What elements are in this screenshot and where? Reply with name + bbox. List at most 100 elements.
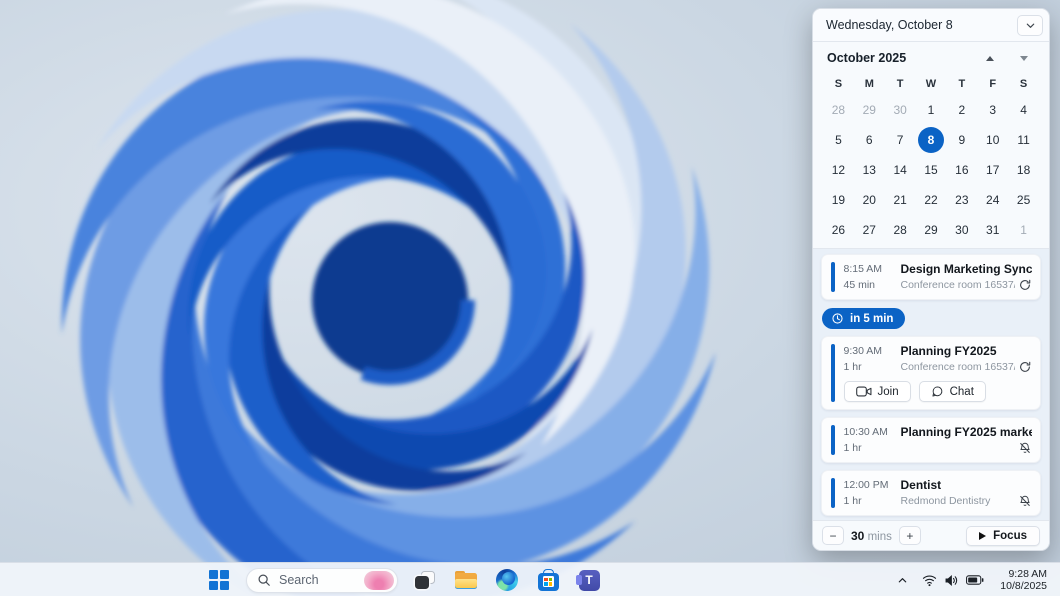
calendar-day[interactable]: 6 [854,125,885,154]
file-explorer-icon [455,571,477,589]
event-title-row: 12:00 PMDentist [844,478,1033,492]
calendar-day[interactable]: 17 [977,155,1008,184]
file-explorer-button[interactable] [452,566,480,594]
search-icon [257,573,271,587]
event-detail-row: 45 minConference room 16537/AV [844,278,1033,292]
teams-icon: T [579,570,600,591]
calendar-day[interactable]: 22 [916,185,947,214]
calendar-day[interactable]: 29 [916,215,947,244]
calendar-day[interactable]: 7 [885,125,916,154]
calendar-day[interactable]: 30 [885,95,916,124]
calendar-day[interactable]: 26 [823,215,854,244]
join-button-label: Join [878,386,899,398]
calendar-flyout: Wednesday, October 8 October 2025 SMTWTF… [812,8,1050,551]
event-body: 9:30 AMPlanning FY20251 hrConference roo… [835,337,1041,409]
calendar-day[interactable]: 23 [946,185,977,214]
calendar-day[interactable]: 19 [823,185,854,214]
repeat-icon [1015,278,1032,292]
triangle-up-icon [986,56,994,61]
calendar-day[interactable]: 24 [977,185,1008,214]
calendar-day[interactable]: 28 [885,215,916,244]
event-time: 8:15 AM [844,263,901,275]
event-duration: 1 hr [844,442,901,454]
tray-clock[interactable]: 9:28 AM 10/8/2025 [993,566,1054,595]
search-placeholder-label: Search [279,573,364,587]
day-of-week-label: S [823,73,854,95]
show-hidden-icons-button[interactable] [892,567,913,593]
calendar-day[interactable]: 3 [977,95,1008,124]
collapse-calendar-button[interactable] [1017,15,1043,36]
calendar-day[interactable]: 9 [946,125,977,154]
calendar-day[interactable]: 11 [1008,125,1039,154]
agenda-event-card[interactable]: 9:30 AMPlanning FY20251 hrConference roo… [821,336,1041,410]
agenda-event-card[interactable]: 12:00 PMDentist 1 hrRedmond Dentistry [821,470,1041,516]
teams-button[interactable]: T [575,566,603,594]
event-body: 12:00 PMDentist 1 hrRedmond Dentistry [835,471,1041,515]
calendar-previous-month-button[interactable] [983,51,997,65]
event-body: 8:15 AMDesign Marketing Sync 45 minConfer… [835,255,1041,299]
calendar-day[interactable]: 18 [1008,155,1039,184]
event-detail-row: 1 hrRedmond Dentistry [844,494,1033,508]
starts-soon-badge[interactable]: in 5 min [822,308,905,329]
calendar-day[interactable]: 29 [854,95,885,124]
wifi-icon [922,574,937,587]
video-icon [856,386,872,397]
calendar-day[interactable]: 4 [1008,95,1039,124]
taskbar-search[interactable]: Search [246,568,398,593]
event-location: Redmond Dentistry [901,495,1016,507]
calendar-day[interactable]: 28 [823,95,854,124]
start-button[interactable] [205,566,233,594]
calendar-day[interactable]: 13 [854,155,885,184]
calendar-day[interactable]: 16 [946,155,977,184]
edge-icon [496,569,518,591]
agenda-list: 8:15 AMDesign Marketing Sync 45 minConfer… [813,249,1049,520]
calendar-navigation [983,51,1035,65]
bing-daily-image[interactable] [364,571,394,590]
day-of-week-label: S [1008,73,1039,95]
calendar-day[interactable]: 14 [885,155,916,184]
calendar-day[interactable]: 21 [885,185,916,214]
increase-duration-button[interactable]: + [899,526,921,545]
calendar-day[interactable]: 2 [946,95,977,124]
microsoft-store-button[interactable] [534,566,562,594]
calendar-day[interactable]: 5 [823,125,854,154]
agenda-event-card[interactable]: 10:30 AMPlanning FY2025 marketing1 hr [821,417,1041,463]
event-duration: 1 hr [844,495,901,507]
decrease-duration-button[interactable]: − [822,526,844,545]
tray-date: 10/8/2025 [1000,580,1047,593]
edge-button[interactable] [493,566,521,594]
event-location: Conference room 16537/AV [901,361,1016,373]
focus-duration-value: 30 [851,529,864,543]
calendar-next-month-button[interactable] [1017,51,1031,65]
calendar-day[interactable]: 15 [916,155,947,184]
event-actions: Join Chat [844,381,1033,402]
agenda-event-card[interactable]: 8:15 AMDesign Marketing Sync 45 minConfer… [821,254,1041,300]
network-volume-battery-button[interactable] [917,567,989,593]
task-view-button[interactable] [411,566,439,594]
event-title-row: 8:15 AMDesign Marketing Sync [844,262,1033,276]
event-title: Dentist [901,478,942,492]
calendar-day[interactable]: 20 [854,185,885,214]
calendar-day[interactable]: 1 [916,95,947,124]
calendar-day-selected[interactable]: 8 [916,125,947,154]
chat-button[interactable]: Chat [919,381,986,402]
event-duration: 1 hr [844,361,901,373]
calendar-day[interactable]: 27 [854,215,885,244]
day-of-week-label: F [977,73,1008,95]
calendar-day[interactable]: 31 [977,215,1008,244]
calendar-day[interactable]: 12 [823,155,854,184]
calendar-day[interactable]: 1 [1008,215,1039,244]
calendar-day[interactable]: 10 [977,125,1008,154]
volume-icon [944,574,959,587]
join-button[interactable]: Join [844,381,911,402]
day-of-week-label: M [854,73,885,95]
event-title: Design Marketing Sync [901,262,1033,276]
event-detail-row: 1 hrConference room 16537/AV [844,360,1033,374]
focus-button[interactable]: Focus [966,526,1040,546]
taskbar-center-group: Search T [205,563,603,596]
focus-button-label: Focus [993,530,1027,542]
day-of-week-label: W [916,73,947,95]
chat-button-label: Chat [950,386,974,398]
calendar-day[interactable]: 30 [946,215,977,244]
calendar-day[interactable]: 25 [1008,185,1039,214]
